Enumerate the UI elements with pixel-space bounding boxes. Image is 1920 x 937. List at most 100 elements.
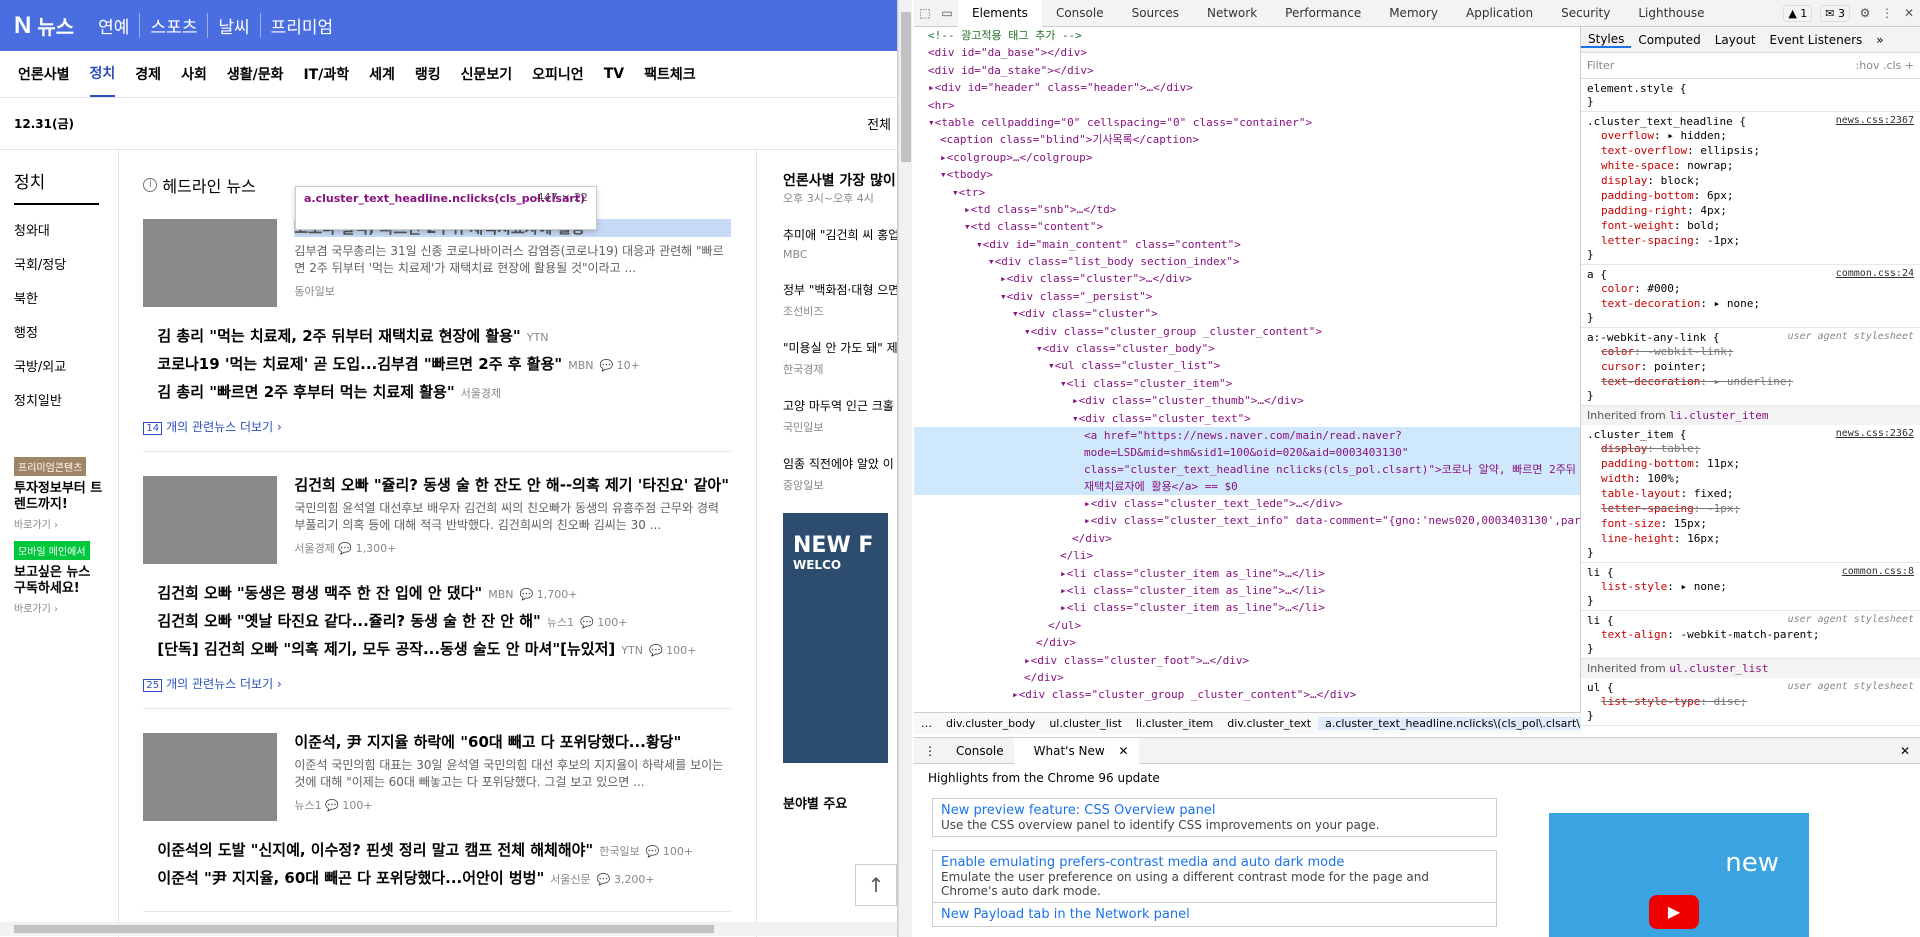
css-property[interactable]: letter-spacing: -1px; [1587,233,1914,248]
property-value[interactable]: : -webkit-match-parent; [1667,628,1819,641]
ranking-item[interactable]: 추미애 "김건희 씨 홍업소 종사자라고 MBC [783,226,897,261]
news-source[interactable]: 한국일보 [599,845,639,858]
ranking-headline[interactable]: 추미애 "김건희 씨 홍업소 종사자라고 [783,226,897,245]
dom-node[interactable]: ▾<div class="list_body section_index"> [914,253,1580,270]
related-more-link[interactable]: 25 개의 관련뉴스 더보기 › [143,675,731,692]
news-source[interactable]: 동아일보 [294,285,334,298]
ranking-item[interactable]: 임종 직전에야 알았 이 땅치고 후회한중앙일보 [783,455,897,493]
messages-badge[interactable]: ✉ 3 [1820,4,1850,22]
property-value[interactable]: : ellipsis; [1687,144,1760,157]
breadcrumb-item[interactable]: li.cluster_item [1129,717,1220,730]
dom-node[interactable]: ▾<td class="content"> [914,218,1580,235]
category-tab[interactable]: 정치 [89,51,116,97]
more-options-icon[interactable]: ⋮ [1876,6,1898,20]
news-source[interactable]: 서울경제 [461,387,501,400]
card-title[interactable]: New preview feature: CSS Overview panel [941,803,1488,818]
dom-node[interactable]: ▸<li class="cluster_item as_line">…</li> [914,582,1580,599]
promo-title[interactable]: 투자정보부터 트렌드까지! [14,481,104,513]
cluster-headline[interactable]: 김건희 오빠 "쥴리? 동생 술 한 잔도 안 해--의혹 제기 '타진요' 같… [294,476,731,494]
css-property[interactable]: letter-spacing: -1px; [1587,501,1914,516]
comment-count[interactable]: 💬 100+ [322,799,372,812]
inherited-selector[interactable]: li.cluster_item [1669,409,1768,422]
close-icon[interactable]: ✕ [1898,6,1920,20]
css-property[interactable]: overflow: ▸ hidden; [1587,128,1914,143]
css-property[interactable]: cursor: pointer; [1587,359,1914,374]
property-value[interactable]: : ▸ none; [1700,297,1760,310]
category-tab[interactable]: 경제 [135,52,161,96]
whats-new-card[interactable]: New Payload tab in the Network panel [932,902,1497,927]
related-headline[interactable]: 이준석 "尹 지지율, 60대 빼곤 다 포위당했다...어안이 벙벙" [157,869,544,887]
category-tab[interactable]: 언론사별 [18,52,70,96]
property-name[interactable]: text-decoration [1601,375,1700,388]
css-property[interactable]: color: -webkit-link; [1587,344,1914,359]
comment-count[interactable]: 💬 100+ [646,845,693,858]
property-value[interactable]: : 100%; [1634,472,1680,485]
property-value[interactable]: : 6px; [1694,189,1734,202]
css-property[interactable]: color: #000; [1587,281,1914,296]
devtools-tab[interactable]: Lighthouse [1624,0,1718,27]
property-name[interactable]: letter-spacing [1601,234,1694,247]
topnav-item[interactable]: 프리미엄 [259,13,344,38]
property-name[interactable]: font-size [1601,517,1661,530]
related-headline[interactable]: [단독] 김건희 오빠 "의혹 제기, 모두 공작...동생 술도 안 마셔"[… [157,640,615,658]
related-news-line[interactable]: 김 총리 "빠르면 2주 후부터 먹는 치료제 활용" 서울경제 [157,381,731,402]
css-property[interactable]: table-layout: fixed; [1587,486,1914,501]
dom-node[interactable]: </div> [914,634,1580,651]
drawer-menu-icon[interactable]: ⋮ [914,744,946,758]
related-news-line[interactable]: 김건희 오빠 "옛날 타진요 같다...쥴리? 동생 술 한 잔 안 해" 뉴스1… [157,610,731,631]
dom-node[interactable]: ▾<li class="cluster_item"> [914,375,1580,392]
rule-source[interactable]: news.css:2362 [1836,428,1914,439]
category-tab[interactable]: 생활/문화 [227,52,284,96]
dom-node[interactable]: <!-- 광고적용 태그 추가 --> [914,27,1580,44]
related-headline[interactable]: 김 총리 "먹는 치료제, 2주 뒤부터 재택치료 현장에 활용" [157,327,520,345]
promo-more-link[interactable]: 바로가기 › [14,516,104,531]
whats-new-video[interactable]: new ▶ [1549,813,1809,937]
news-source[interactable]: MBN [488,588,513,601]
sidebar-item[interactable]: 행정 [14,322,104,341]
comment-count[interactable]: 💬 100+ [580,616,627,629]
drawer-tab-console[interactable]: Console [946,744,1014,758]
ranking-headline[interactable]: 임종 직전에야 알았 이 땅치고 후회한 [783,455,897,474]
all-link[interactable]: 전체 [867,114,891,133]
news-source[interactable]: 서울경제 [294,542,334,555]
category-tab[interactable]: 랭킹 [415,52,441,96]
breadcrumb-item[interactable]: ul.cluster_list [1042,717,1129,730]
styles-tab[interactable]: Event Listeners [1763,33,1870,47]
dom-node[interactable]: ▾<div class="cluster_text"> [914,410,1580,427]
related-news-line[interactable]: 김 총리 "먹는 치료제, 2주 뒤부터 재택치료 현장에 활용" YTN [157,325,731,346]
dom-node[interactable]: </div> [914,669,1580,686]
property-name[interactable]: letter-spacing [1601,502,1694,515]
dom-node[interactable]: <div id="da_stake"></div> [914,62,1580,79]
dom-node[interactable]: ▸<colgroup>…</colgroup> [914,149,1580,166]
css-property[interactable]: white-space: nowrap; [1587,158,1914,173]
ranking-headline[interactable]: "미용실 안 가도 돼" 제품' 옷픈까지 불 [783,339,897,358]
devtools-tab[interactable]: Performance [1271,0,1375,27]
news-source[interactable]: MBN [568,359,593,372]
related-headline[interactable]: 코로나19 '먹는 치료제' 곧 도입...김부겸 "빠르면 2주 후 활용" [157,355,562,373]
devtools-tab[interactable]: Console [1042,0,1118,27]
comment-count[interactable]: 💬 10+ [599,359,639,372]
whats-new-card[interactable]: Enable emulating prefers-contrast media … [932,850,1497,903]
settings-gear-icon[interactable]: ⚙ [1854,6,1876,20]
css-property[interactable]: list-style: ▸ none; [1587,579,1914,594]
dom-node[interactable]: ▸<li class="cluster_item as_line">…</li> [914,599,1580,616]
info-icon[interactable]: i [143,178,158,192]
property-name[interactable]: font-weight [1601,219,1674,232]
related-news-line[interactable]: [단독] 김건희 오빠 "의혹 제기, 모두 공작...동생 술도 안 마셔"[… [157,638,731,659]
property-name[interactable]: text-decoration [1601,297,1700,310]
comment-count[interactable]: 💬 1,700+ [520,588,578,601]
sidebar-item[interactable]: 정치일반 [14,390,104,409]
topnav-item[interactable]: 날씨 [207,13,259,38]
category-tab[interactable]: 신문보기 [461,52,513,96]
related-news-line[interactable]: 이준석 "尹 지지율, 60대 빼곤 다 포위당했다...어안이 벙벙" 서울신문… [157,867,731,888]
news-source[interactable]: 서울신문 [550,873,590,886]
filter-tools[interactable]: :hov .cls + [1856,59,1914,72]
property-name[interactable]: line-height [1601,532,1674,545]
dom-node[interactable]: ▾<div class="cluster_group _cluster_cont… [914,323,1580,340]
property-name[interactable]: overflow [1601,129,1654,142]
drawer-tab-whats-new[interactable]: What's New ✕ [1013,737,1139,764]
css-property[interactable]: display: table; [1587,441,1914,456]
cluster-lede[interactable]: 이준석 국민의힘 대표는 30일 윤석열 국민의힘 대선 후보의 지지율이 하락… [294,757,731,791]
rule-selector[interactable]: .cluster_text_headline { [1587,115,1746,128]
elements-tree[interactable]: <!-- 광고적용 태그 추가 --> <div id="da_base"></d… [914,27,1581,712]
